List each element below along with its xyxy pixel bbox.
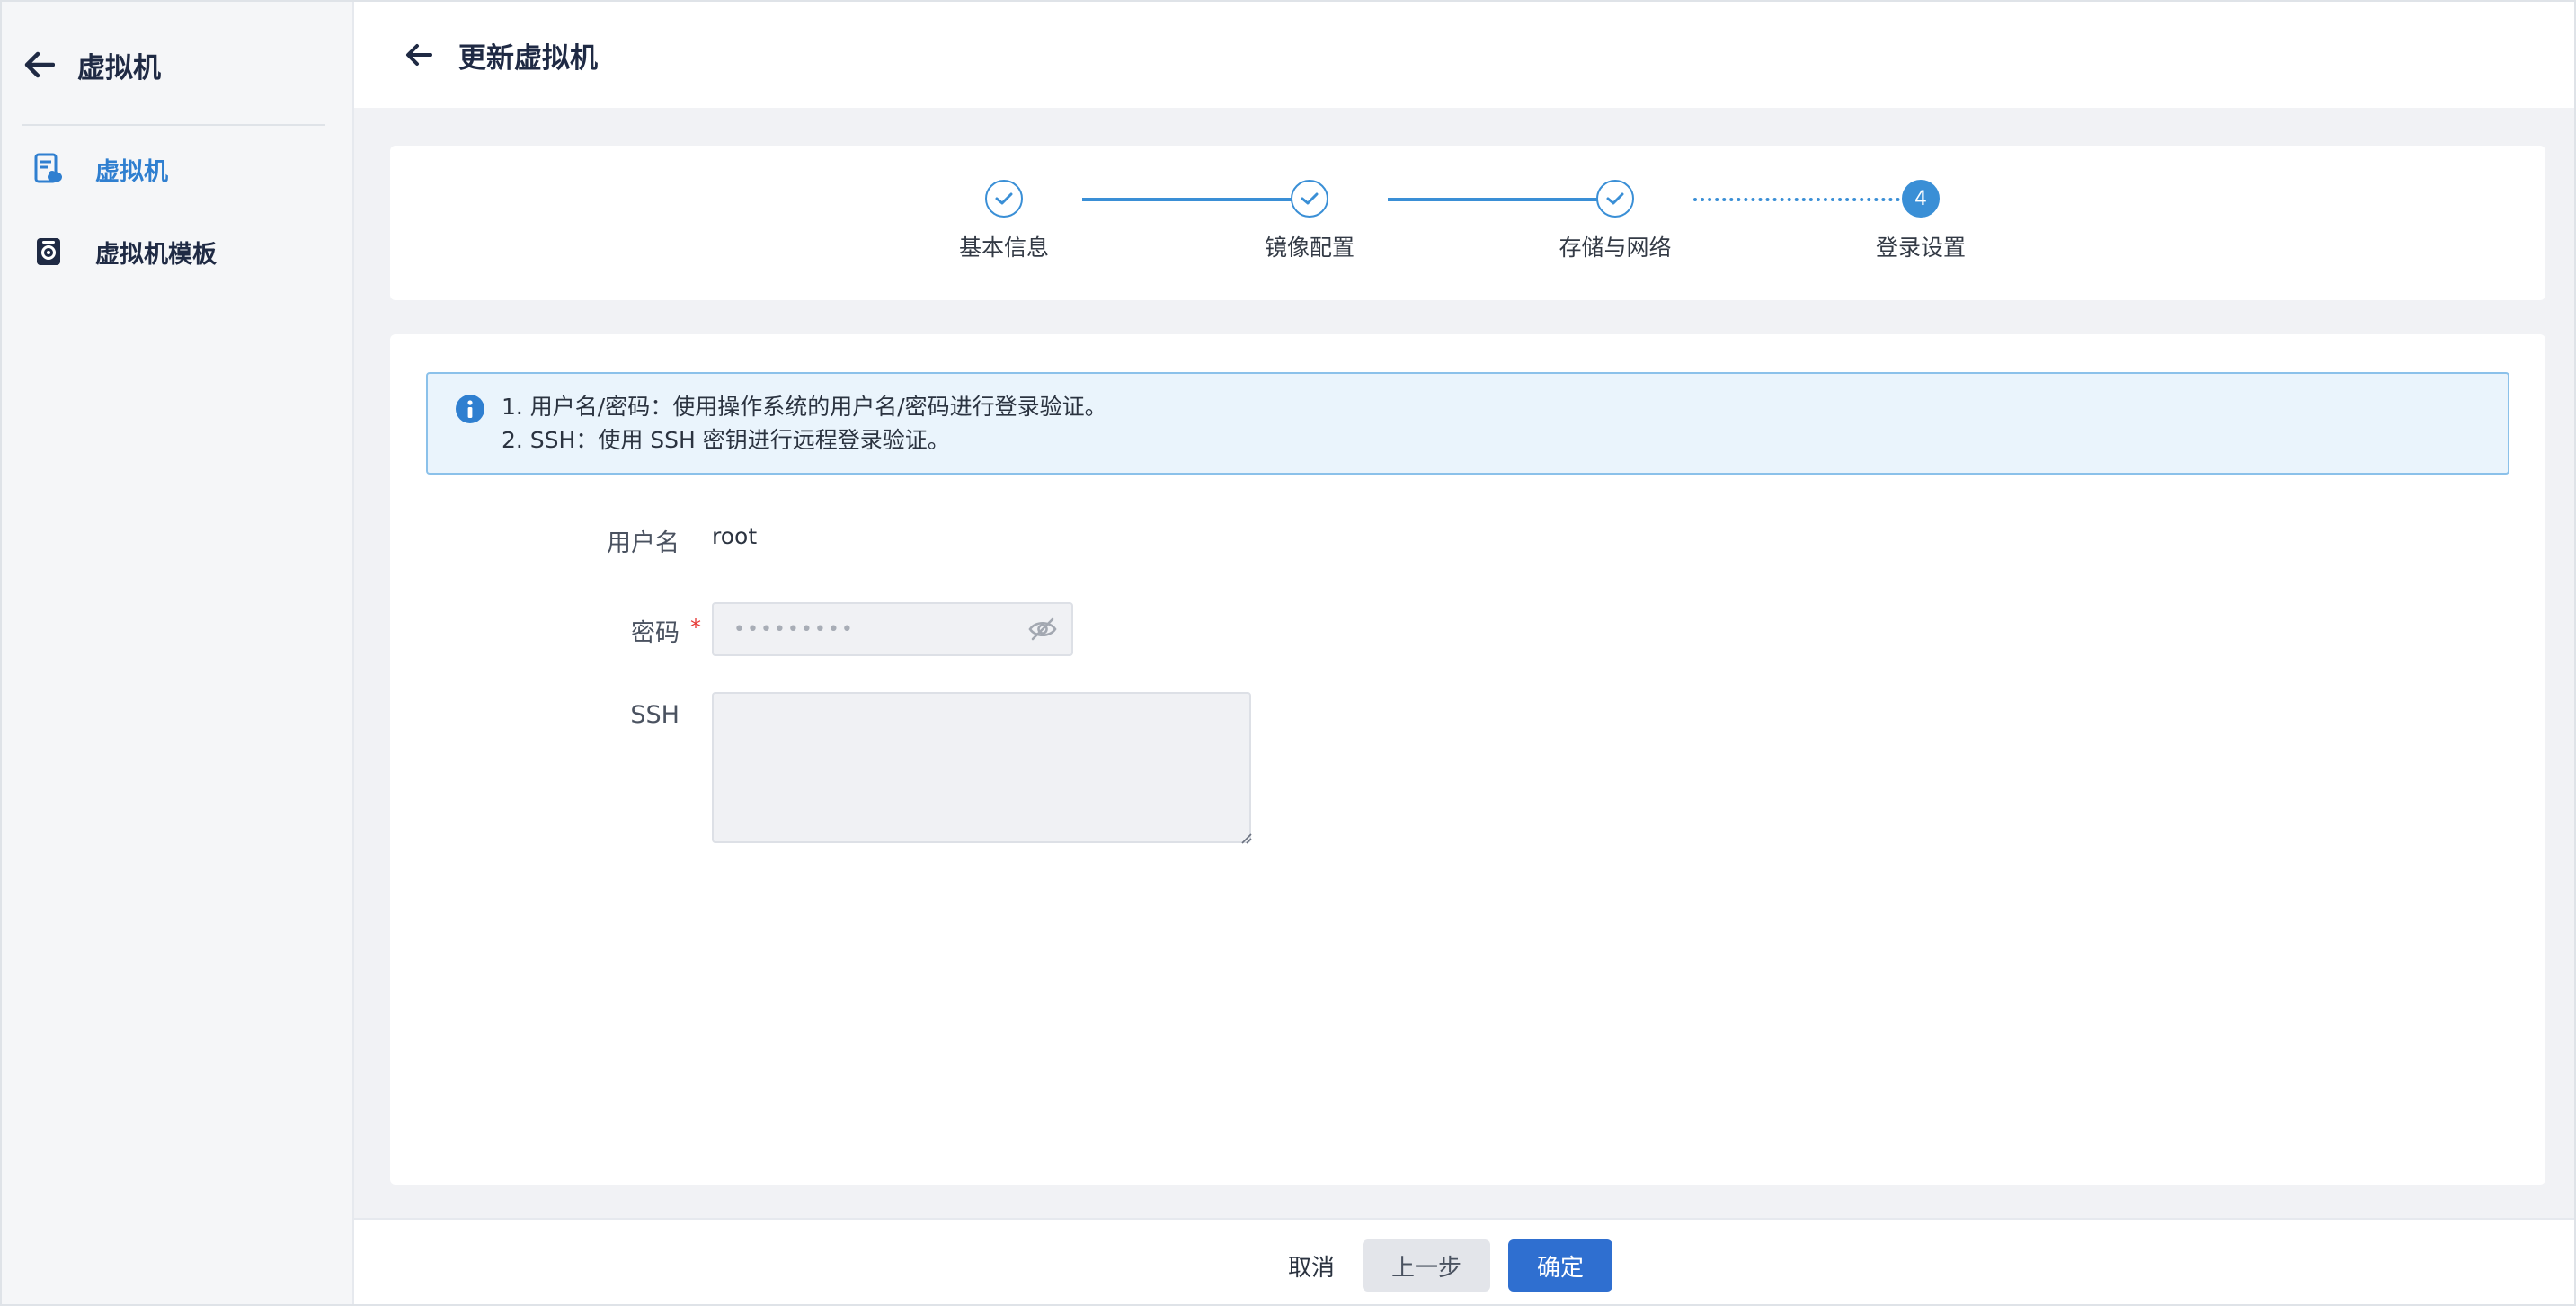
check-icon <box>1301 192 1319 205</box>
step-login-settings: 4 登录设置 <box>1831 180 2011 262</box>
info-alert: 1. 用户名/密码：使用操作系统的用户名/密码进行登录验证。 2. SSH：使用… <box>426 372 2509 475</box>
step-label: 基本信息 <box>958 235 1049 261</box>
page-header: 更新虚拟机 <box>354 2 2574 108</box>
step-basic-info: 基本信息 <box>914 180 1094 262</box>
resize-grip-icon[interactable] <box>1239 831 1253 845</box>
sidebar-back-button[interactable] <box>20 45 59 84</box>
previous-step-button[interactable]: 上一步 <box>1363 1239 1490 1292</box>
sidebar-item-vm[interactable]: 虚拟机 <box>31 142 327 196</box>
arrow-left-icon <box>406 44 432 66</box>
info-text-line: 2. SSH：使用 SSH 密钥进行远程登录验证。 <box>502 427 950 453</box>
step-number: 4 <box>1902 180 1940 218</box>
username-label: 用户名 <box>607 529 680 557</box>
check-icon <box>1606 192 1624 205</box>
wizard-steps: 基本信息 镜像配置 存储与网络 4 登录设置 <box>390 146 2545 300</box>
back-button[interactable] <box>399 35 439 75</box>
step-image-config: 镜像配置 <box>1220 180 1399 262</box>
eye-off-icon[interactable] <box>1028 617 1057 642</box>
step-label: 登录设置 <box>1875 235 1966 261</box>
step-label: 镜像配置 <box>1264 235 1355 261</box>
step-label: 存储与网络 <box>1559 235 1672 261</box>
app-window: 虚拟机 虚拟机 虚拟机模板 更新虚拟机 基本信息 镜像配置 存储与网络 4 登录… <box>0 0 2576 1306</box>
sidebar-title: 虚拟机 <box>77 51 161 84</box>
footer-actions: 取消 上一步 确定 <box>354 1218 2574 1304</box>
confirm-button[interactable]: 确定 <box>1508 1239 1612 1292</box>
info-icon <box>456 395 484 423</box>
check-icon <box>995 192 1013 205</box>
vm-template-icon <box>31 234 67 270</box>
step-done-indicator <box>1596 180 1634 218</box>
step-done-indicator <box>1291 180 1328 218</box>
username-value: root <box>712 523 758 549</box>
sidebar-item-label: 虚拟机 <box>95 157 168 186</box>
cancel-button[interactable]: 取消 <box>1262 1239 1361 1292</box>
sidebar-divider <box>22 124 325 126</box>
sidebar-item-vm-template[interactable]: 虚拟机模板 <box>31 225 327 279</box>
password-mask: ••••••••• <box>733 617 855 641</box>
step-storage-network: 存储与网络 <box>1525 180 1705 262</box>
sidebar-header: 虚拟机 <box>20 38 161 92</box>
ssh-label: SSH <box>630 701 680 729</box>
password-label: 密码 <box>631 619 680 647</box>
arrow-left-icon <box>24 51 55 78</box>
main-area: 更新虚拟机 基本信息 镜像配置 存储与网络 4 登录设置 1. 用户名/密码：使… <box>354 2 2574 1304</box>
login-settings-form: 1. 用户名/密码：使用操作系统的用户名/密码进行登录验证。 2. SSH：使用… <box>390 334 2545 1185</box>
step-done-indicator <box>985 180 1023 218</box>
info-text-line: 1. 用户名/密码：使用操作系统的用户名/密码进行登录验证。 <box>502 394 1107 420</box>
password-field[interactable]: ••••••••• <box>712 602 1073 656</box>
vm-icon <box>31 151 67 187</box>
page-title: 更新虚拟机 <box>458 41 598 75</box>
sidebar: 虚拟机 虚拟机 虚拟机模板 <box>2 2 354 1304</box>
sidebar-item-label: 虚拟机模板 <box>95 240 217 269</box>
required-mark: * <box>690 615 701 640</box>
ssh-textarea[interactable] <box>712 692 1251 843</box>
